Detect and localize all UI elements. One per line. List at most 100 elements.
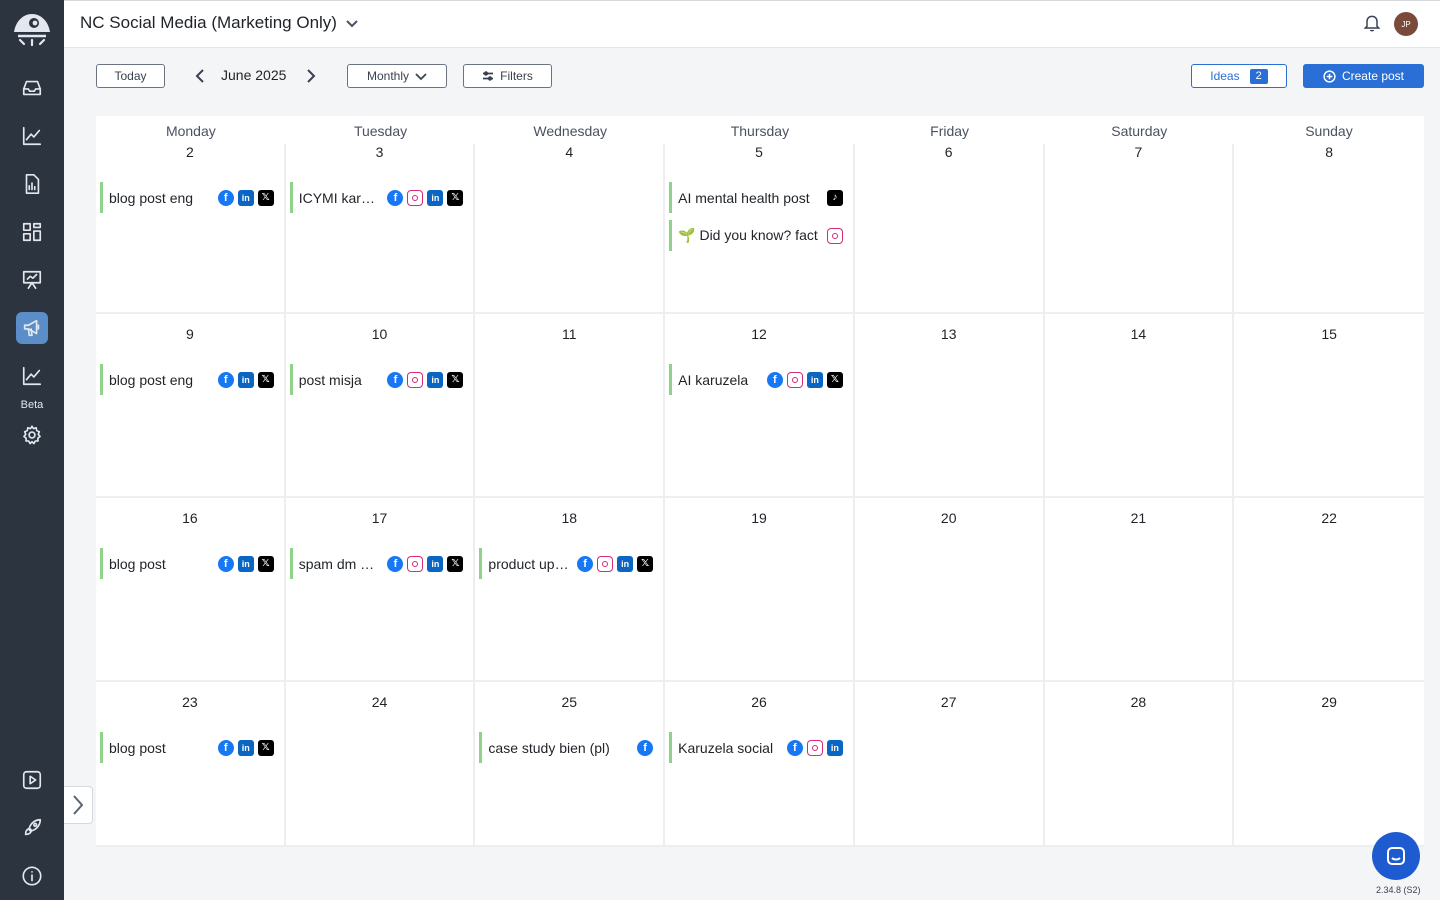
post-networks: f in 𝕏: [387, 555, 464, 572]
notifications-button[interactable]: [1362, 13, 1384, 35]
linkedin-icon: in: [427, 371, 444, 388]
sidebar-item-reports[interactable]: [16, 168, 48, 200]
scheduled-post[interactable]: blog post eng f in 𝕏: [100, 364, 274, 395]
post-networks: f in 𝕏: [217, 371, 274, 388]
instagram-icon: [826, 227, 843, 244]
calendar-day-cell[interactable]: 28: [1044, 682, 1235, 847]
post-title: Karuzela social: [678, 739, 774, 756]
bell-icon: [1363, 15, 1381, 32]
analytics-icon: [22, 126, 42, 146]
prev-month-button[interactable]: [191, 66, 209, 86]
calendar-day-cell[interactable]: 9 blog post eng f in 𝕏: [96, 314, 286, 498]
linkedin-icon: in: [427, 555, 444, 572]
calendar-day-cell[interactable]: 7: [1044, 144, 1235, 314]
calendar-day-cell[interactable]: 26 Karuzela social f in: [665, 682, 855, 847]
post-networks: f in 𝕏: [766, 371, 843, 388]
chat-icon: [1387, 847, 1405, 865]
scheduled-post[interactable]: case study bien (pl) f: [479, 732, 654, 763]
linkedin-icon: in: [806, 371, 823, 388]
top-header: NC Social Media (Marketing Only) JP: [64, 0, 1440, 48]
weekday-label: Saturday: [1111, 123, 1168, 139]
calendar-day-cell[interactable]: 4: [475, 144, 666, 314]
calendar-day-cell[interactable]: 20: [854, 498, 1045, 682]
day-number: 9: [185, 326, 194, 342]
sidebar-item-presentation[interactable]: [16, 264, 48, 296]
post-title: case study bien (pl): [488, 739, 610, 756]
scheduled-post[interactable]: post misja f in 𝕏: [289, 364, 464, 395]
day-number: 19: [751, 510, 767, 526]
trend-icon: [22, 366, 42, 386]
calendar-day-cell[interactable]: 2 blog post eng f in 𝕏: [96, 144, 286, 314]
calendar-day-cell[interactable]: 3 ICYMI karuzela f in𝕏: [285, 144, 476, 314]
post-networks: [826, 227, 843, 244]
ideas-button[interactable]: Ideas 2: [1191, 64, 1287, 88]
calendar-day-cell[interactable]: 13: [854, 314, 1045, 498]
linkedin-icon: in: [237, 555, 254, 572]
app-logo-icon[interactable]: [10, 8, 54, 48]
facebook-icon: f: [387, 371, 404, 388]
scheduled-post[interactable]: ICYMI karuzela f in𝕏: [289, 182, 464, 213]
calendar-day-cell[interactable]: 10 post misja f in 𝕏: [285, 314, 476, 498]
sidebar-item-info[interactable]: [16, 860, 48, 892]
user-avatar[interactable]: JP: [1394, 12, 1418, 36]
scheduled-post[interactable]: product update f in𝕏: [479, 548, 654, 579]
calendar-day-cell[interactable]: 15: [1234, 314, 1424, 498]
calendar-day-cell[interactable]: 16 blog post f in 𝕏: [96, 498, 286, 682]
beta-label: Beta: [20, 399, 44, 411]
calendar-day-cell[interactable]: 6: [854, 144, 1045, 314]
calendar-day-cell[interactable]: 24: [285, 682, 476, 847]
calendar-day-cell[interactable]: 5 AI mental health post ♪ 🌱 Did you know? f…: [665, 144, 855, 314]
calendar-day-cell[interactable]: 11: [475, 314, 666, 498]
sidebar-item-whats-new[interactable]: [16, 812, 48, 844]
scheduled-post[interactable]: blog post f in 𝕏: [100, 548, 274, 579]
view-select[interactable]: Monthly: [347, 64, 447, 88]
sidebar-item-analytics[interactable]: [16, 120, 48, 152]
create-post-button[interactable]: Create post: [1303, 64, 1424, 88]
calendar-day-cell[interactable]: 19: [665, 498, 855, 682]
facebook-icon: f: [217, 555, 234, 572]
facebook-icon: f: [387, 555, 404, 572]
scheduled-post[interactable]: AI karuzela f in 𝕏: [669, 364, 843, 395]
sidebar-item-beta[interactable]: [16, 360, 48, 392]
scheduled-post[interactable]: blog post f in 𝕏: [100, 732, 274, 763]
sidebar-item-settings[interactable]: [16, 419, 48, 451]
calendar-day-cell[interactable]: 21: [1044, 498, 1235, 682]
day-number: 21: [1130, 510, 1147, 526]
calendar-day-cell[interactable]: 17 spam dm alert f in 𝕏: [285, 498, 476, 682]
dashboard-icon: [22, 222, 42, 242]
sidebar-item-inbox[interactable]: [16, 72, 48, 104]
calendar-day-cell[interactable]: 25 case study bien (pl) f: [475, 682, 666, 847]
chevron-right-icon: [307, 69, 316, 83]
post-title: post misja: [298, 371, 362, 388]
scheduled-post[interactable]: blog post eng f in 𝕏: [100, 182, 274, 213]
calendar-day-cell[interactable]: 18 product update f in𝕏: [475, 498, 666, 682]
calendar-day-cell[interactable]: 27: [854, 682, 1045, 847]
post-networks: f in 𝕏: [387, 189, 464, 206]
sidebar-item-dashboard[interactable]: [16, 216, 48, 248]
calendar-day-cell[interactable]: 14: [1044, 314, 1235, 498]
day-number: 13: [940, 326, 957, 342]
calendar-day-cell[interactable]: 8: [1234, 144, 1424, 314]
scheduled-post[interactable]: 🌱 Did you know? fact: [669, 220, 843, 251]
sidebar-item-publishing[interactable]: [16, 312, 48, 344]
expand-sidebar-button[interactable]: [64, 786, 93, 824]
workspace-selector[interactable]: NC Social Media (Marketing Only): [80, 13, 359, 33]
sidebar: Beta: [0, 0, 64, 900]
sidebar-item-video[interactable]: [16, 764, 48, 796]
scheduled-post[interactable]: spam dm alert f in 𝕏: [289, 548, 464, 579]
calendar-day-cell[interactable]: 23 blog post f in 𝕏: [96, 682, 286, 847]
next-month-button[interactable]: [302, 66, 320, 86]
post-title: blog post eng: [109, 371, 194, 388]
facebook-icon: f: [766, 371, 783, 388]
calendar-day-cell[interactable]: 22: [1234, 498, 1424, 682]
scheduled-post[interactable]: Karuzela social f in: [669, 732, 843, 763]
support-chat-button[interactable]: [1372, 832, 1420, 880]
day-number: 29: [1321, 694, 1337, 710]
filters-button[interactable]: Filters: [463, 64, 552, 88]
x-icon: 𝕏: [447, 371, 464, 388]
calendar-day-cell[interactable]: 12 AI karuzela f in 𝕏: [665, 314, 855, 498]
calendar-day-cell[interactable]: 29: [1234, 682, 1424, 847]
facebook-icon: f: [637, 739, 654, 756]
today-button[interactable]: Today: [96, 64, 165, 88]
scheduled-post[interactable]: AI mental health post ♪: [669, 182, 843, 213]
